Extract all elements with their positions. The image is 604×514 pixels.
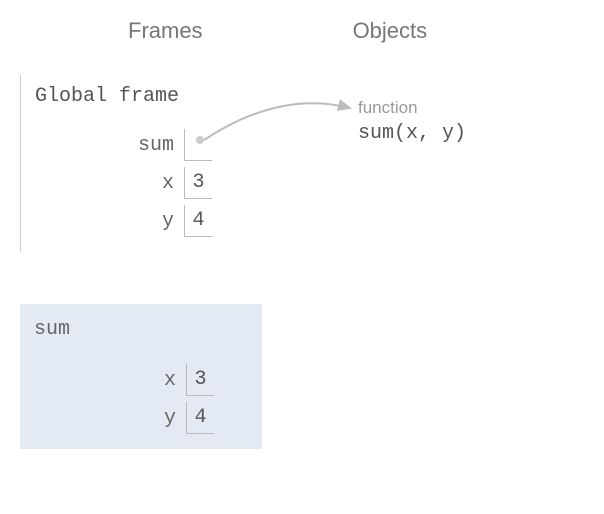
var-name: x — [164, 369, 186, 392]
var-value-box: 3 — [186, 364, 214, 396]
var-name: y — [164, 407, 186, 430]
var-value-box: 4 — [186, 402, 214, 434]
object-function: function sum(x, y) — [358, 98, 466, 145]
var-name: x — [162, 172, 184, 195]
header-frames: Frames — [128, 18, 203, 44]
var-value-box: 4 — [184, 205, 212, 237]
var-value-box — [184, 129, 212, 161]
local-frame-sum: sum x 3 y 4 — [20, 304, 262, 449]
var-name: y — [162, 210, 184, 233]
function-signature: sum(x, y) — [358, 122, 466, 145]
var-row-x: x 3 — [20, 361, 262, 399]
header-objects: Objects — [353, 18, 428, 44]
function-label: function — [358, 98, 466, 118]
var-row-y: y 4 — [20, 399, 262, 437]
headers-row: Frames Objects — [0, 0, 604, 44]
var-value-box: 3 — [184, 167, 212, 199]
var-row-x: x 3 — [21, 164, 260, 202]
var-row-y: y 4 — [21, 202, 260, 240]
var-row-sum: sum — [21, 126, 260, 164]
local-frame-title: sum — [34, 318, 262, 341]
global-frame-title: Global frame — [35, 85, 260, 108]
global-frame: Global frame sum x 3 y 4 — [20, 75, 260, 252]
var-name: sum — [138, 134, 184, 157]
